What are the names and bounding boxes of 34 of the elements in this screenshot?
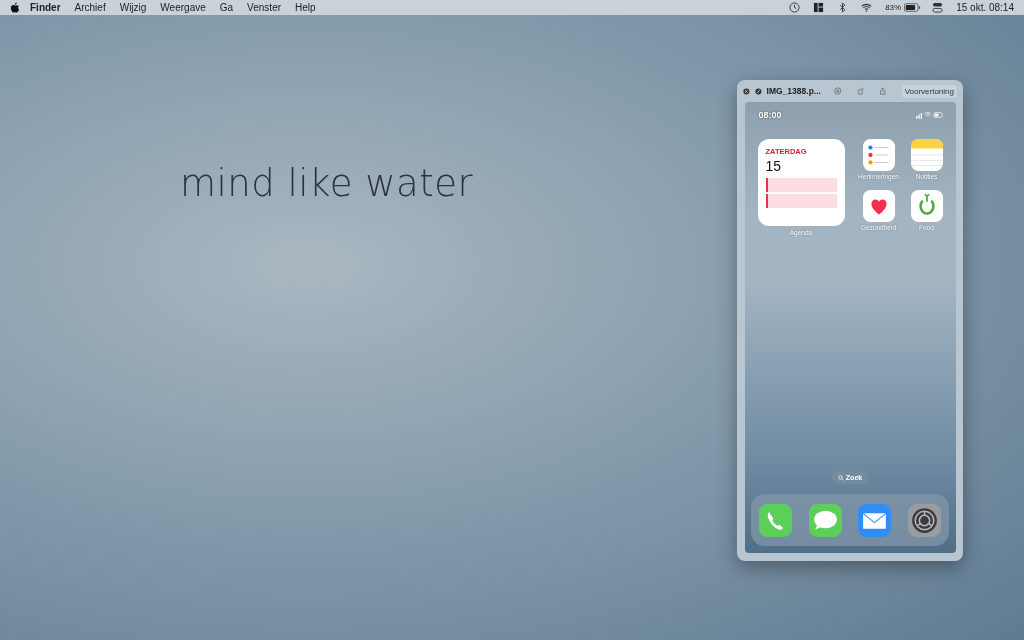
- window-title: IMG_1388.p...: [766, 86, 821, 96]
- menu-item[interactable]: Help: [295, 2, 316, 13]
- apple-logo-icon[interactable]: [10, 2, 20, 13]
- markup-icon[interactable]: [833, 86, 842, 96]
- status-icons: [915, 111, 944, 119]
- share-icon[interactable]: [879, 86, 887, 96]
- phone-app-icon[interactable]: [759, 503, 793, 537]
- menu-item[interactable]: Weergave: [160, 2, 206, 13]
- control-center-icon[interactable]: [932, 2, 944, 13]
- notes-app-icon[interactable]: [910, 139, 943, 171]
- wifi-icon[interactable]: [861, 2, 873, 13]
- open-with-button[interactable]: Voorvertoning: [901, 84, 957, 98]
- menu-item[interactable]: Archief: [74, 2, 106, 13]
- menu-item[interactable]: Finder: [30, 2, 61, 13]
- menu-item[interactable]: Venster: [247, 2, 282, 13]
- close-icon[interactable]: [743, 86, 750, 96]
- messages-app-icon[interactable]: [808, 503, 842, 537]
- wallpaper-text: mind like water: [180, 162, 474, 205]
- battery-percentage: 83%: [885, 3, 902, 12]
- gear-app-icon[interactable]: [907, 503, 941, 537]
- clock-icon[interactable]: [789, 2, 801, 13]
- menu-item[interactable]: Ga: [219, 2, 234, 13]
- apple-outline-app-icon[interactable]: [910, 189, 943, 222]
- search-icon: [837, 474, 844, 481]
- mail-app-icon[interactable]: [858, 503, 892, 537]
- menu-item[interactable]: Wijzig: [119, 2, 147, 13]
- menu-bar-clock[interactable]: 15 okt. 08:14: [956, 2, 1014, 13]
- window-layout-icon[interactable]: [813, 2, 825, 13]
- reminders-app-icon[interactable]: [862, 139, 895, 171]
- no-entry-icon[interactable]: [754, 86, 762, 96]
- heart-app-icon[interactable]: [862, 189, 895, 222]
- date-number: 15: [765, 158, 783, 174]
- phone-time: 08:00: [758, 110, 782, 120]
- battery-icon[interactable]: [904, 3, 922, 12]
